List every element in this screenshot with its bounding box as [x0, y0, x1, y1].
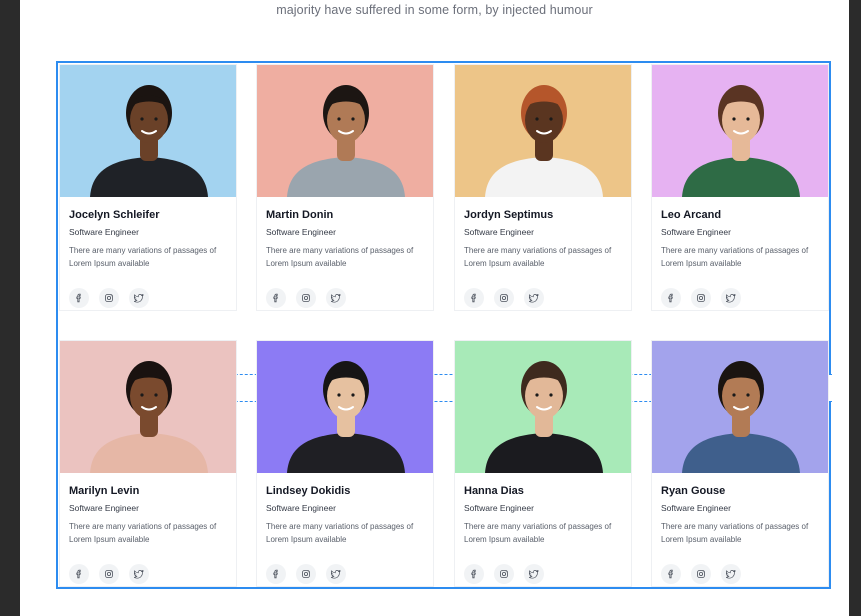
team-card: Jordyn Septimus Software Engineer There ar…	[454, 64, 632, 311]
facebook-icon[interactable]	[266, 288, 286, 308]
member-photo	[257, 341, 433, 473]
team-card: Jocelyn Schleifer Software Engineer There …	[59, 64, 237, 311]
social-links	[464, 288, 622, 308]
twitter-icon[interactable]	[721, 288, 741, 308]
member-role: Software Engineer	[661, 503, 731, 513]
member-photo	[652, 65, 828, 197]
team-card: Martin Donin Software Engineer There are m…	[256, 64, 434, 311]
team-grid-frame: Jocelyn Schleifer Software Engineer There …	[56, 61, 832, 589]
member-description: There are many variations of passages of…	[464, 246, 612, 268]
twitter-icon[interactable]	[129, 288, 149, 308]
member-role: Software Engineer	[69, 503, 139, 513]
member-name: Leo Arcand	[661, 209, 722, 221]
member-role: Software Engineer	[266, 227, 336, 237]
member-description: There are many variations of passages of…	[69, 246, 217, 268]
instagram-icon[interactable]	[494, 288, 514, 308]
team-card: Ryan Gouse Software Engineer There are man…	[651, 340, 829, 587]
instagram-icon[interactable]	[296, 288, 316, 308]
instagram-icon[interactable]	[691, 564, 711, 584]
member-name: Jordyn Septimus	[464, 209, 554, 221]
social-links	[69, 564, 227, 584]
twitter-icon[interactable]	[326, 564, 346, 584]
member-name: Hanna Dias	[464, 485, 524, 497]
member-name: Martin Donin	[266, 209, 334, 221]
team-card: Leo Arcand Software Engineer There are man…	[651, 64, 829, 311]
facebook-icon[interactable]	[464, 288, 484, 308]
social-links	[661, 564, 819, 584]
member-description: There are many variations of passages of…	[464, 522, 612, 544]
member-description: There are many variations of passages of…	[661, 522, 809, 544]
member-name: Marilyn Levin	[69, 485, 140, 497]
social-links	[266, 288, 424, 308]
facebook-icon[interactable]	[661, 288, 681, 308]
instagram-icon[interactable]	[691, 288, 711, 308]
page-canvas: majority have suffered in some form, by …	[20, 0, 849, 616]
intro-text: majority have suffered in some form, by …	[276, 3, 593, 17]
member-description: There are many variations of passages of…	[69, 522, 217, 544]
member-name: Lindsey Dokidis	[266, 485, 351, 497]
member-photo	[652, 341, 828, 473]
social-links	[69, 288, 227, 308]
member-photo	[60, 341, 236, 473]
instagram-icon[interactable]	[99, 564, 119, 584]
twitter-icon[interactable]	[721, 564, 741, 584]
social-links	[266, 564, 424, 584]
member-description: There are many variations of passages of…	[661, 246, 809, 268]
member-role: Software Engineer	[266, 503, 336, 513]
team-card: Marilyn Levin Software Engineer There are …	[59, 340, 237, 587]
member-photo	[60, 65, 236, 197]
twitter-icon[interactable]	[524, 564, 544, 584]
member-role: Software Engineer	[464, 227, 534, 237]
facebook-icon[interactable]	[266, 564, 286, 584]
instagram-icon[interactable]	[296, 564, 316, 584]
member-photo	[455, 65, 631, 197]
social-links	[661, 288, 819, 308]
member-role: Software Engineer	[464, 503, 534, 513]
instagram-icon[interactable]	[99, 288, 119, 308]
member-description: There are many variations of passages of…	[266, 246, 414, 268]
twitter-icon[interactable]	[326, 288, 346, 308]
team-card: Lindsey Dokidis Software Engineer There ar…	[256, 340, 434, 587]
twitter-icon[interactable]	[524, 288, 544, 308]
member-photo	[455, 341, 631, 473]
member-description: There are many variations of passages of…	[266, 522, 414, 544]
twitter-icon[interactable]	[129, 564, 149, 584]
facebook-icon[interactable]	[464, 564, 484, 584]
member-photo	[257, 65, 433, 197]
facebook-icon[interactable]	[661, 564, 681, 584]
member-role: Software Engineer	[69, 227, 139, 237]
member-name: Ryan Gouse	[661, 485, 726, 497]
member-name: Jocelyn Schleifer	[69, 209, 160, 221]
member-role: Software Engineer	[661, 227, 731, 237]
facebook-icon[interactable]	[69, 564, 89, 584]
team-card: Hanna Dias Software Engineer There are man…	[454, 340, 632, 587]
instagram-icon[interactable]	[494, 564, 514, 584]
facebook-icon[interactable]	[69, 288, 89, 308]
social-links	[464, 564, 622, 584]
